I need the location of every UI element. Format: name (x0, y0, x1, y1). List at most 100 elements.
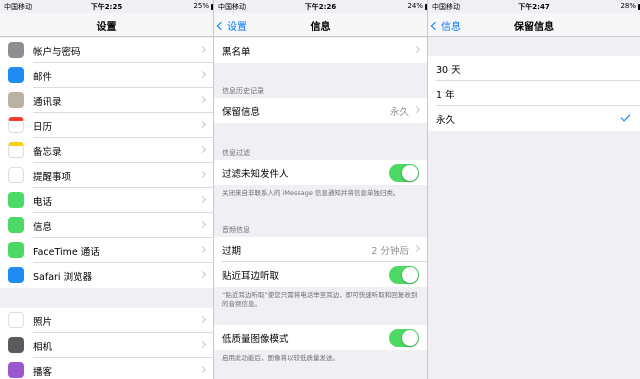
section-header: 音频信息 (222, 226, 250, 234)
page-title: 信息 (310, 22, 331, 33)
battery-indicator: 25% (193, 2, 213, 10)
clock-label: 下午2:47 (518, 3, 550, 11)
nav-bar: 设置 信息 (214, 13, 427, 37)
chevron-right-icon (198, 270, 207, 279)
low-quality-item: 低质量图像模式 (214, 325, 427, 350)
settings-item-label: 邮件 (33, 72, 53, 83)
settings-item-label: 信息 (33, 222, 53, 233)
option-label: 30 天 (436, 65, 461, 76)
chevron-right-icon (198, 315, 207, 324)
option-label: 永久 (436, 115, 456, 126)
chevron-right-icon (198, 145, 207, 154)
key-icon (8, 42, 24, 58)
checkmark-icon (620, 111, 631, 122)
chevron-right-icon (198, 95, 207, 104)
facetime-icon (8, 242, 24, 258)
filter-unknown-item: 过滤未知发件人 (214, 160, 427, 185)
battery-indicator: 24% (407, 2, 427, 10)
clock-label: 下午2:26 (304, 3, 337, 11)
settings-item-label: 播客 (33, 367, 53, 378)
status-bar: 中国移动 下午2:47 28% (428, 0, 640, 13)
settings-item-label: 日历 (33, 122, 53, 133)
keep-messages-value: 永久 (389, 107, 409, 118)
raise-to-listen-toggle[interactable] (389, 266, 419, 284)
chevron-right-icon (198, 340, 207, 349)
chevron-right-icon (198, 70, 207, 79)
blocked-item[interactable]: 黑名单 (214, 38, 427, 63)
chevron-right-icon (412, 244, 421, 253)
filter-unknown-toggle[interactable] (389, 164, 419, 182)
settings-item-label: Safari 浏览器 (33, 272, 93, 283)
settings-item-reminders[interactable]: 提醒事项 (0, 163, 213, 188)
photos-icon (8, 312, 24, 328)
settings-item-photos[interactable]: 照片 (0, 308, 213, 333)
option-forever[interactable]: 永久 (428, 106, 640, 131)
contacts-icon (8, 92, 24, 108)
camera-icon (8, 337, 24, 353)
chevron-right-icon (412, 45, 421, 54)
battery-indicator: 28% (620, 2, 640, 10)
status-bar: 中国移动 下午2:25 25% (0, 0, 213, 13)
settings-item-label: 备忘录 (33, 147, 62, 158)
settings-item-label: 通讯录 (33, 97, 62, 108)
settings-item-label: 相机 (33, 342, 53, 353)
clock-label: 下午2:25 (90, 3, 123, 11)
settings-item-notes[interactable]: 备忘录 (0, 138, 213, 163)
settings-item-safari[interactable]: Safari 浏览器 (0, 263, 213, 288)
settings-item-phone[interactable]: 电话 (0, 188, 213, 213)
section-footer: 启用此功能后，图像将以较低质量发送。 (222, 354, 339, 362)
settings-item-mail[interactable]: 邮件 (0, 63, 213, 88)
notes-icon (8, 142, 24, 158)
keep-messages-label: 保留信息 (222, 107, 261, 118)
chevron-right-icon (198, 245, 207, 254)
settings-item-contacts[interactable]: 通讯录 (0, 88, 213, 113)
phone-icon (8, 192, 24, 208)
calendar-icon (8, 117, 24, 133)
settings-item-label: 帐户与密码 (33, 47, 81, 58)
status-bar: 中国移动 下午2:26 24% (214, 0, 427, 13)
option-30-days[interactable]: 30 天 (428, 56, 640, 81)
battery-percent: 28% (620, 2, 636, 10)
mail-icon (8, 67, 24, 83)
raise-to-listen-item: 贴近耳边听取 (214, 262, 427, 287)
expire-item[interactable]: 过期 2 分钟后 (214, 237, 427, 262)
low-quality-toggle[interactable] (389, 329, 419, 347)
settings-item-camera[interactable]: 相机 (0, 333, 213, 358)
chevron-right-icon (198, 170, 207, 179)
settings-item-facetime[interactable]: FaceTime 通话 (0, 238, 213, 263)
messages-panel: 中国移动 下午2:26 24% 设置 信息 黑名单 信息历史记录 保留信息 永久… (214, 0, 427, 379)
blocked-label: 黑名单 (222, 47, 251, 58)
raise-to-listen-label: 贴近耳边听取 (222, 271, 280, 282)
chevron-right-icon (198, 45, 207, 54)
podcasts-icon (8, 362, 24, 378)
chevron-right-icon (412, 105, 421, 114)
safari-icon (8, 267, 24, 283)
chevron-right-icon (198, 365, 207, 374)
chevron-right-icon (198, 220, 207, 229)
option-label: 1 年 (436, 90, 455, 101)
settings-item-podcasts[interactable]: 播客 (0, 358, 213, 379)
settings-item-accounts[interactable]: 帐户与密码 (0, 38, 213, 63)
expire-value: 2 分钟后 (371, 246, 409, 257)
page-title: 保留信息 (514, 22, 554, 33)
chevron-right-icon (198, 120, 207, 129)
nav-bar: 设置 (0, 13, 213, 37)
settings-item-label: 照片 (33, 317, 53, 328)
keep-messages-panel: 中国移动 下午2:47 28% 信息 保留信息 30 天 1 年 永久 (428, 0, 640, 379)
settings-item-label: 提醒事项 (33, 172, 72, 183)
low-quality-label: 低质量图像模式 (222, 334, 289, 345)
settings-item-label: 电话 (33, 197, 53, 208)
settings-item-messages[interactable]: 信息 (0, 213, 213, 238)
settings-item-label: FaceTime 通话 (33, 247, 100, 258)
settings-item-calendar[interactable]: 日历 (0, 113, 213, 138)
battery-percent: 25% (193, 2, 209, 10)
page-title: 设置 (96, 22, 117, 33)
option-1-year[interactable]: 1 年 (428, 81, 640, 106)
messages-icon (8, 217, 24, 233)
keep-messages-item[interactable]: 保留信息 永久 (214, 98, 427, 123)
expire-label: 过期 (222, 246, 242, 257)
settings-panel: 中国移动 下午2:25 25% 设置 帐户与密码 邮件 通讯录 日历 备忘录 提… (0, 0, 213, 379)
reminders-icon (8, 167, 24, 183)
section-footer: “贴近耳边听取”使您只需将电话举至耳边，即可快速听取和回复收到的音频信息。 (222, 291, 418, 308)
section-footer: 关闭来自非联系人的 iMessage 信息通知并将信息单独归类。 (222, 189, 400, 197)
